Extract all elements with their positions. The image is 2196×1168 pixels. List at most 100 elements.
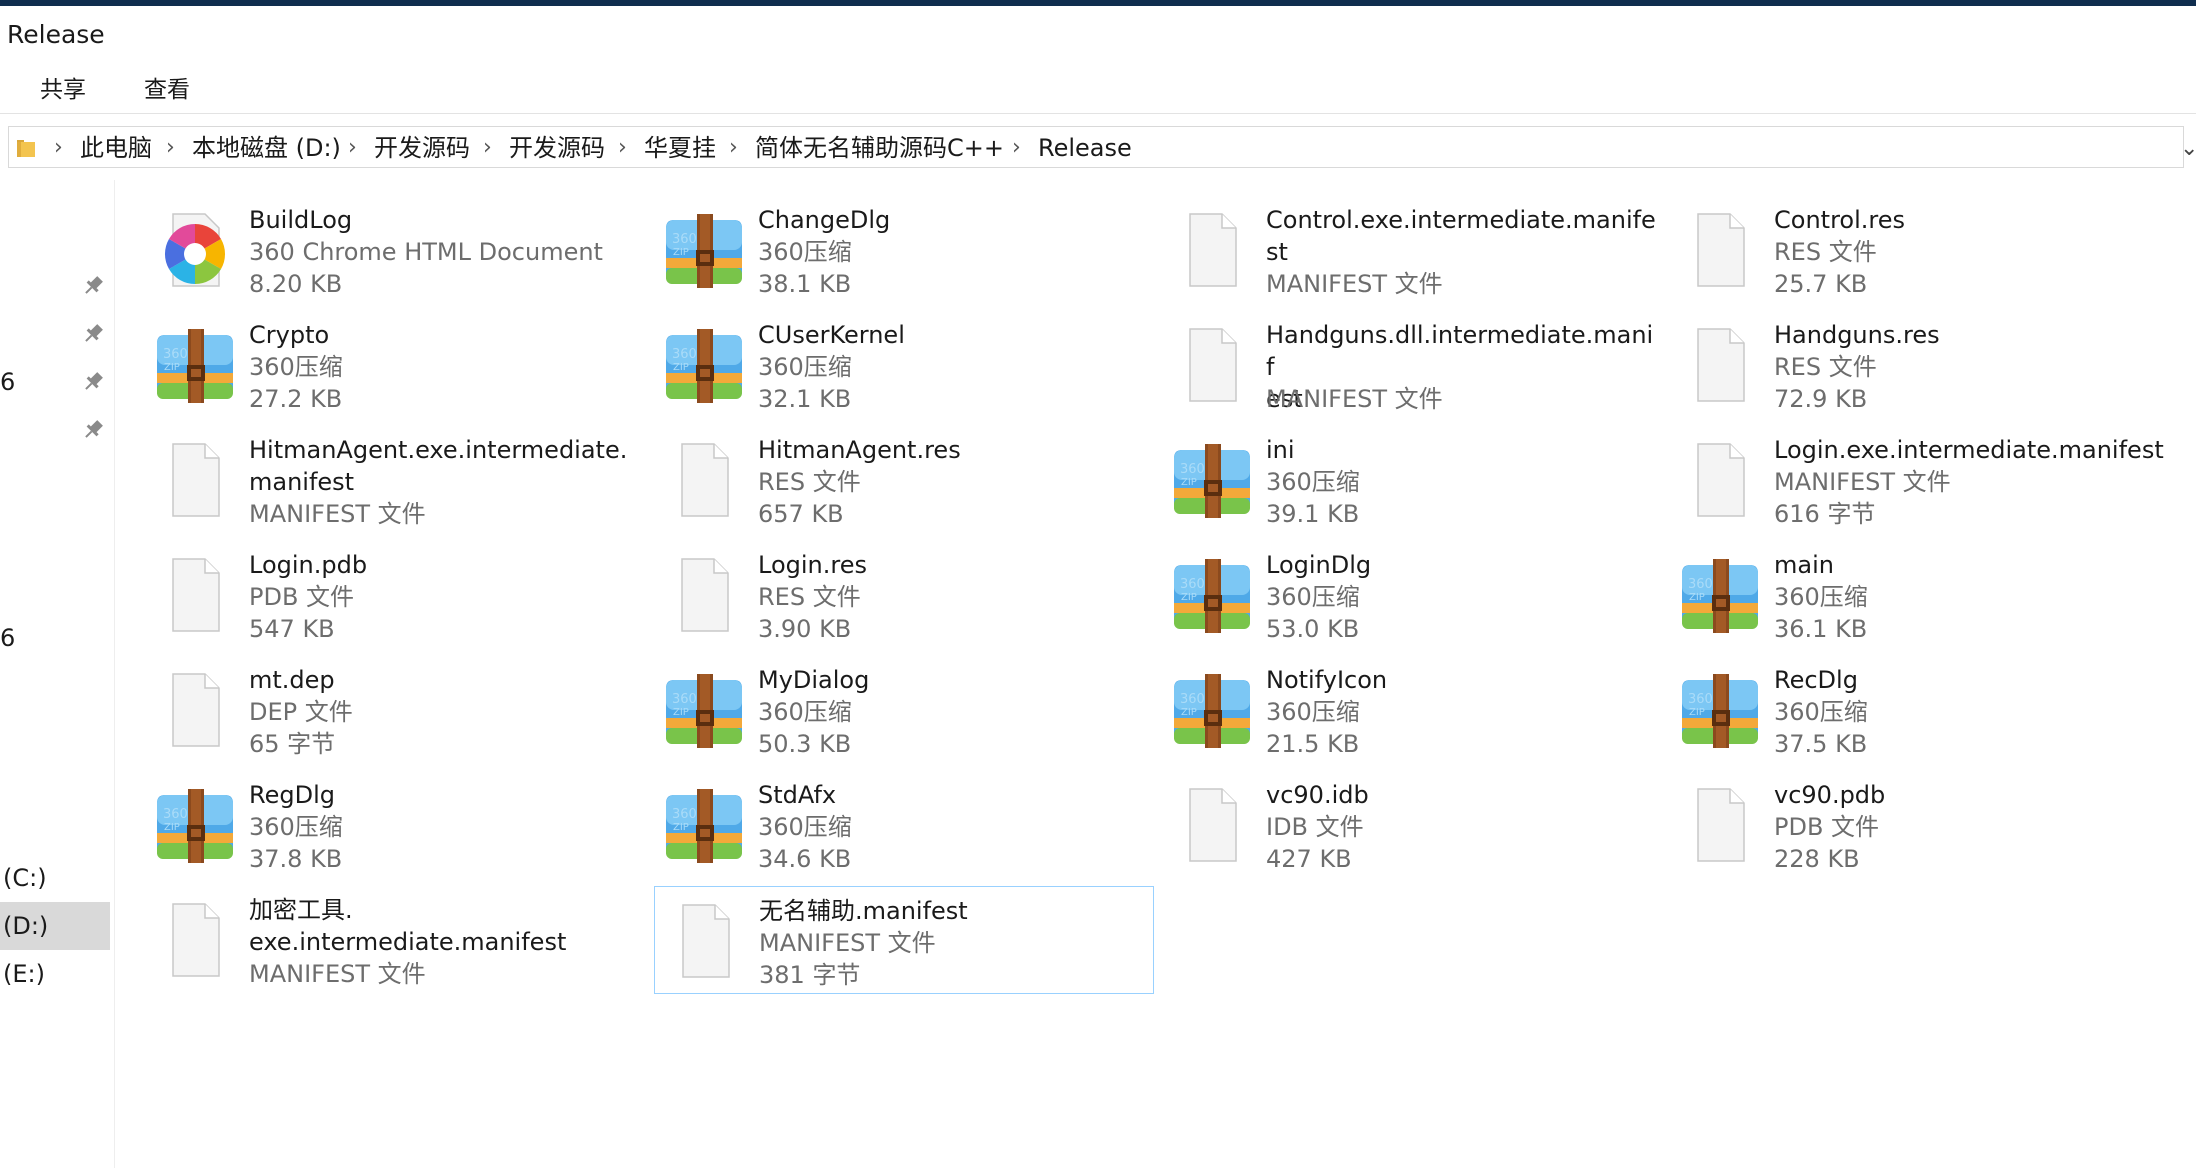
- file-item-login-pdb[interactable]: Login.pdb PDB 文件 547 KB: [145, 541, 645, 649]
- svg-text:ZIP: ZIP: [673, 362, 689, 373]
- svg-text:ZIP: ZIP: [1181, 477, 1197, 488]
- pin-icon[interactable]: [80, 273, 106, 299]
- file-item-notifyicon[interactable]: 360 ZIP NotifyIcon 360压缩 21.5 KB: [1162, 656, 1662, 764]
- tab-share[interactable]: 共享: [40, 72, 86, 108]
- file-type: 360压缩: [1774, 698, 1868, 726]
- svg-text:ZIP: ZIP: [673, 822, 689, 833]
- file-item-cuserkernel[interactable]: 360 ZIP CUserKernel 360压缩 32.1 KB: [654, 311, 1154, 419]
- ribbon-divider: [0, 113, 2196, 114]
- pin-icon[interactable]: [80, 321, 106, 347]
- breadcrumb-separator-icon: ›: [729, 135, 738, 160]
- folder-icon: [17, 140, 35, 157]
- file-item-login-exe-intermediate-manifest[interactable]: Login.exe.intermediate.manifest MANIFEST …: [1670, 426, 2170, 534]
- file-item-control-exe-intermediate-manifest[interactable]: Control.exe.intermediate.manife st MANIFES…: [1162, 196, 1662, 304]
- nav-item-fragment[interactable]: 6: [0, 366, 15, 398]
- file-item-hitmanagent-exe-intermediate-manifest[interactable]: HitmanAgent.exe.intermediate. manifest MAN…: [145, 426, 645, 534]
- breadcrumb-this-pc[interactable]: 此电脑: [80, 131, 152, 165]
- breadcrumb-separator-icon: ›: [54, 135, 63, 160]
- file-type: MANIFEST 文件: [1774, 468, 1951, 496]
- svg-text:360: 360: [1180, 577, 1205, 592]
- generic-file-icon: [1172, 325, 1252, 405]
- file-item-handguns-res[interactable]: Handguns.res RES 文件 72.9 KB: [1670, 311, 2170, 419]
- nav-drive-d[interactable]: (D:): [0, 902, 110, 950]
- file-name: vc90.pdb: [1774, 781, 1886, 809]
- file-item-changedlg[interactable]: 360 ZIP ChangeDlg 360压缩 38.1 KB: [654, 196, 1154, 304]
- file-item-handguns-dll-intermediate-manifest[interactable]: Handguns.dll.intermediate.manif est MANIFE…: [1162, 311, 1662, 419]
- file-item-main[interactable]: 360 ZIP main 360压缩 36.1 KB: [1670, 541, 2170, 649]
- file-item-hitmanagent-res[interactable]: HitmanAgent.res RES 文件 657 KB: [654, 426, 1154, 534]
- file-item-vc90-idb[interactable]: vc90.idb IDB 文件 427 KB: [1162, 771, 1662, 879]
- file-item-recdlg[interactable]: 360 ZIP RecDlg 360压缩 37.5 KB: [1670, 656, 2170, 764]
- breadcrumb-current[interactable]: Release: [1038, 131, 1132, 165]
- file-item-crypto[interactable]: 360 ZIP Crypto 360压缩 27.2 KB: [145, 311, 645, 419]
- breadcrumb-separator-icon: ›: [1012, 135, 1021, 160]
- file-size: 27.2 KB: [249, 385, 343, 413]
- nav-drive-e[interactable]: (E:): [0, 950, 110, 998]
- file-size: 39.1 KB: [1266, 500, 1360, 528]
- file-size: 37.5 KB: [1774, 730, 1868, 758]
- file-type: 360压缩: [249, 813, 343, 841]
- file-item-login-res[interactable]: Login.res RES 文件 3.90 KB: [654, 541, 1154, 649]
- file-item-exe-intermediate-manifest[interactable]: 加密工具. exe.intermediate.manifest MANIFEST 文…: [145, 886, 645, 994]
- generic-file-icon: [155, 900, 235, 980]
- breadcrumb-folder-2[interactable]: 开发源码: [509, 131, 605, 165]
- generic-file-icon: [665, 901, 745, 981]
- nav-item-fragment[interactable]: 6: [0, 622, 15, 654]
- file-item-control-res[interactable]: Control.res RES 文件 25.7 KB: [1670, 196, 2170, 304]
- generic-file-icon: [1680, 210, 1760, 290]
- file-name: NotifyIcon: [1266, 666, 1388, 694]
- file-item-ini[interactable]: 360 ZIP ini 360压缩 39.1 KB: [1162, 426, 1662, 534]
- file-type: 360压缩: [758, 813, 852, 841]
- file-size: 381 字节: [759, 961, 861, 989]
- file-item-buildlog[interactable]: BuildLog 360 Chrome HTML Document 8.20 KB: [145, 196, 645, 304]
- file-name: 无名辅助.manifest: [759, 897, 968, 925]
- file-item-stdafx[interactable]: 360 ZIP StdAfx 360压缩 34.6 KB: [654, 771, 1154, 879]
- file-name: Login.pdb: [249, 551, 368, 579]
- generic-file-icon: [664, 440, 744, 520]
- generic-file-icon: [1680, 325, 1760, 405]
- file-type: MANIFEST 文件: [1266, 270, 1443, 298]
- file-type: RES 文件: [758, 583, 861, 611]
- svg-text:360: 360: [672, 807, 697, 822]
- file-item-vc90-pdb[interactable]: vc90.pdb PDB 文件 228 KB: [1670, 771, 2170, 879]
- generic-file-icon: [155, 670, 235, 750]
- breadcrumb-folder-3[interactable]: 华夏挂: [644, 131, 716, 165]
- zip-360-icon: 360 ZIP: [1680, 670, 1760, 750]
- file-item-regdlg[interactable]: 360 ZIP RegDlg 360压缩 37.8 KB: [145, 771, 645, 879]
- breadcrumb-folder-1[interactable]: 开发源码: [374, 131, 470, 165]
- file-item-manifest[interactable]: 无名辅助.manifest MANIFEST 文件 381 字节: [654, 886, 1154, 994]
- file-name: HitmanAgent.res: [758, 436, 961, 464]
- breadcrumb-drive-d[interactable]: 本地磁盘 (D:): [192, 131, 341, 165]
- file-item-mydialog[interactable]: 360 ZIP MyDialog 360压缩 50.3 KB: [654, 656, 1154, 764]
- svg-text:360: 360: [672, 347, 697, 362]
- generic-file-icon: [1172, 210, 1252, 290]
- svg-text:ZIP: ZIP: [164, 822, 180, 833]
- zip-360-icon: 360 ZIP: [1172, 555, 1252, 635]
- file-item-mt-dep[interactable]: mt.dep DEP 文件 65 字节: [145, 656, 645, 764]
- chrome-360-icon: [155, 210, 235, 290]
- tab-view[interactable]: 查看: [144, 72, 190, 108]
- file-name: RecDlg: [1774, 666, 1858, 694]
- file-size: 228 KB: [1774, 845, 1860, 873]
- pin-icon[interactable]: [80, 417, 106, 443]
- file-type: 360压缩: [1266, 583, 1360, 611]
- file-name: 加密工具. exe.intermediate.manifest: [249, 896, 567, 956]
- file-name: MyDialog: [758, 666, 870, 694]
- nav-drive-c[interactable]: (C:): [0, 854, 110, 902]
- generic-file-icon: [1172, 785, 1252, 865]
- nav-pane-divider: [114, 180, 115, 1168]
- generic-file-icon: [155, 440, 235, 520]
- address-history-chevron-down-icon[interactable]: ⌄: [2180, 136, 2196, 161]
- zip-360-icon: 360 ZIP: [664, 325, 744, 405]
- breadcrumb-folder-4[interactable]: 简体无名辅助源码C++: [755, 131, 1004, 165]
- file-size: 21.5 KB: [1266, 730, 1360, 758]
- pin-icon[interactable]: [80, 369, 106, 395]
- file-size: 65 字节: [249, 730, 336, 758]
- window-title: Release: [7, 20, 105, 49]
- file-name: RegDlg: [249, 781, 335, 809]
- file-name: mt.dep: [249, 666, 335, 694]
- file-name: LoginDlg: [1266, 551, 1372, 579]
- file-type: RES 文件: [1774, 353, 1877, 381]
- zip-360-icon: 360 ZIP: [155, 785, 235, 865]
- file-item-logindlg[interactable]: 360 ZIP LoginDlg 360压缩 53.0 KB: [1162, 541, 1662, 649]
